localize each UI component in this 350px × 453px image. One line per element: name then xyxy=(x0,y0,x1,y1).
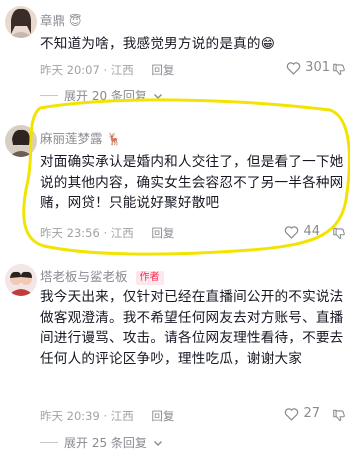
comment-author[interactable]: 麻丽莲梦露 🦌 xyxy=(40,128,121,147)
heart-icon xyxy=(285,225,299,239)
comment-text: 我今天出来，仅针对已经在直播间公开的不实说法做客观澄清。我不希望任何网友去对方账… xyxy=(40,289,344,367)
expand-replies-button[interactable]: 展开 25 条回复 xyxy=(40,434,163,451)
reply-button[interactable]: 回复 xyxy=(151,409,174,423)
comment-time: 昨天 20:39 · 江西 xyxy=(40,409,134,423)
expand-replies-label: 展开 20 条回复 xyxy=(64,89,147,103)
comment-2: 麻丽莲梦露 🦌 对面确实承认是婚内和人交往了，但是看了一下她说的其他内容，确实女… xyxy=(0,115,350,250)
author-badge: 作者 xyxy=(135,271,164,285)
expand-replies-label: 展开 25 条回复 xyxy=(64,436,147,450)
author-name: 麻丽莲梦露 xyxy=(40,131,103,146)
comment-meta: 昨天 20:07 · 江西 回复 xyxy=(40,62,174,78)
dislike-icon[interactable] xyxy=(332,62,346,76)
heart-icon xyxy=(285,407,299,421)
dislike-icon[interactable] xyxy=(332,226,346,240)
like-count: 27 xyxy=(303,406,320,421)
comment-time: 昨天 20:07 · 江西 xyxy=(40,63,134,77)
expand-replies-button[interactable]: 展开 20 条回复 xyxy=(40,87,163,104)
comment-author[interactable]: 塔老板与鲨老板 作者 xyxy=(40,266,164,285)
comment-1: 章鼎 😇 不知道为啥，我感觉男方说的是真的😁 昨天 20:07 · 江西 回复 … xyxy=(0,0,350,105)
divider-line xyxy=(40,95,58,96)
like-button[interactable]: 27 xyxy=(284,406,320,421)
name-emoji: 🦌 xyxy=(106,132,122,146)
reply-button[interactable]: 回复 xyxy=(151,226,174,240)
author-name: 章鼎 xyxy=(40,13,66,28)
comment-text: 对面确实承认是婚内和人交往了，但是看了一下她说的其他内容，确实女生会容忍不了另一… xyxy=(40,154,344,211)
divider-line xyxy=(40,442,58,443)
comment-text: 不知道为啥，我感觉男方说的是真的😁 xyxy=(40,36,276,52)
comment-meta: 昨天 23:56 · 江西 回复 xyxy=(40,225,174,241)
dislike-icon[interactable] xyxy=(332,408,346,422)
name-emoji: 😇 xyxy=(69,14,82,28)
avatar[interactable] xyxy=(5,125,37,157)
heart-icon xyxy=(286,61,301,75)
chevron-down-icon xyxy=(153,440,162,446)
avatar[interactable] xyxy=(5,6,37,38)
comment-meta: 昨天 20:39 · 江西 回复 xyxy=(40,408,174,424)
avatar[interactable] xyxy=(5,264,37,296)
reply-button[interactable]: 回复 xyxy=(151,63,174,77)
author-name: 塔老板与鲨老板 xyxy=(40,269,128,284)
like-count: 44 xyxy=(303,224,320,239)
comment-time: 昨天 23:56 · 江西 xyxy=(40,226,134,240)
chevron-down-icon xyxy=(153,93,162,99)
like-count: 301 xyxy=(305,60,330,75)
like-button[interactable]: 301 xyxy=(286,60,330,75)
comment-3: 塔老板与鲨老板 作者 我今天出来，仅针对已经在直播间公开的不实说法做客观澄清。我… xyxy=(0,258,350,453)
like-button[interactable]: 44 xyxy=(284,224,320,239)
comment-author[interactable]: 章鼎 😇 xyxy=(40,10,82,29)
